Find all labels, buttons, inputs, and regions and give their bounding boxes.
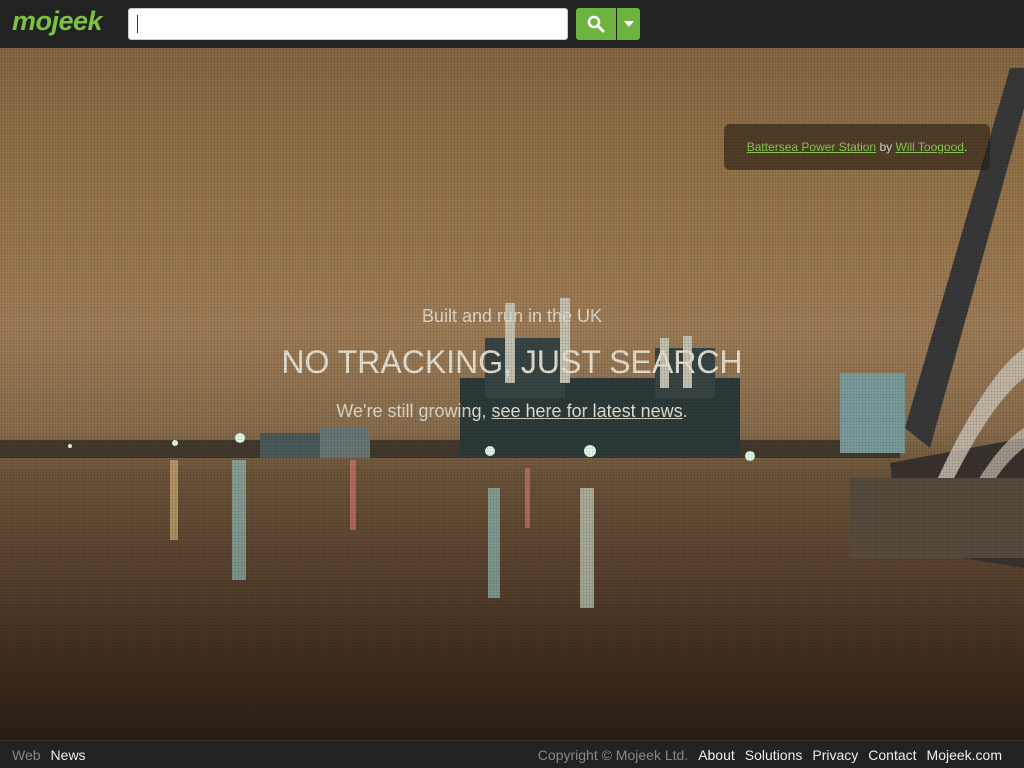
credit-end: . — [963, 140, 968, 154]
footer-news-link[interactable]: News — [51, 747, 86, 763]
news-suffix: . — [682, 401, 688, 421]
photo-title-link[interactable]: Battersea Power Station — [747, 140, 876, 154]
search-options-button[interactable] — [617, 8, 640, 40]
caret-down-icon — [623, 21, 634, 27]
mojeek-logo[interactable]: mojeek — [12, 6, 103, 37]
footer-privacy-link[interactable]: Privacy — [812, 747, 858, 763]
credit-by: by — [879, 140, 893, 154]
footer: Web News Copyright © Mojeek Ltd. About S… — [0, 740, 1024, 768]
footer-contact-link[interactable]: Contact — [868, 747, 916, 763]
latest-news-link[interactable]: see here for latest news — [492, 401, 683, 421]
footer-solutions-link[interactable]: Solutions — [745, 747, 803, 763]
news-prefix: We're still growing, — [336, 401, 492, 421]
photo-credit: Battersea Power Station by Will Toogood … — [724, 124, 990, 170]
top-bar: mojeek — [0, 0, 1024, 48]
tagline-built-in-uk: Built and run in the UK — [421, 306, 603, 326]
text-cursor — [137, 15, 138, 33]
search-input[interactable] — [128, 8, 568, 40]
search-icon — [587, 15, 605, 33]
background-photo: Battersea Power Station by Will Toogood … — [0, 48, 1024, 740]
search-button[interactable] — [576, 8, 616, 40]
copyright-text: Copyright © Mojeek Ltd. — [537, 747, 689, 763]
photo-author-link[interactable]: Will Toogood — [895, 140, 963, 154]
footer-mojeek-com-link[interactable]: Mojeek.com — [927, 747, 1002, 763]
tagline-news: We're still growing, see here for latest… — [0, 401, 1024, 422]
footer-about-link[interactable]: About — [698, 747, 735, 763]
footer-web-link[interactable]: Web — [12, 747, 41, 763]
tagline-no-tracking: NO TRACKING, JUST SEARCH — [281, 344, 743, 380]
